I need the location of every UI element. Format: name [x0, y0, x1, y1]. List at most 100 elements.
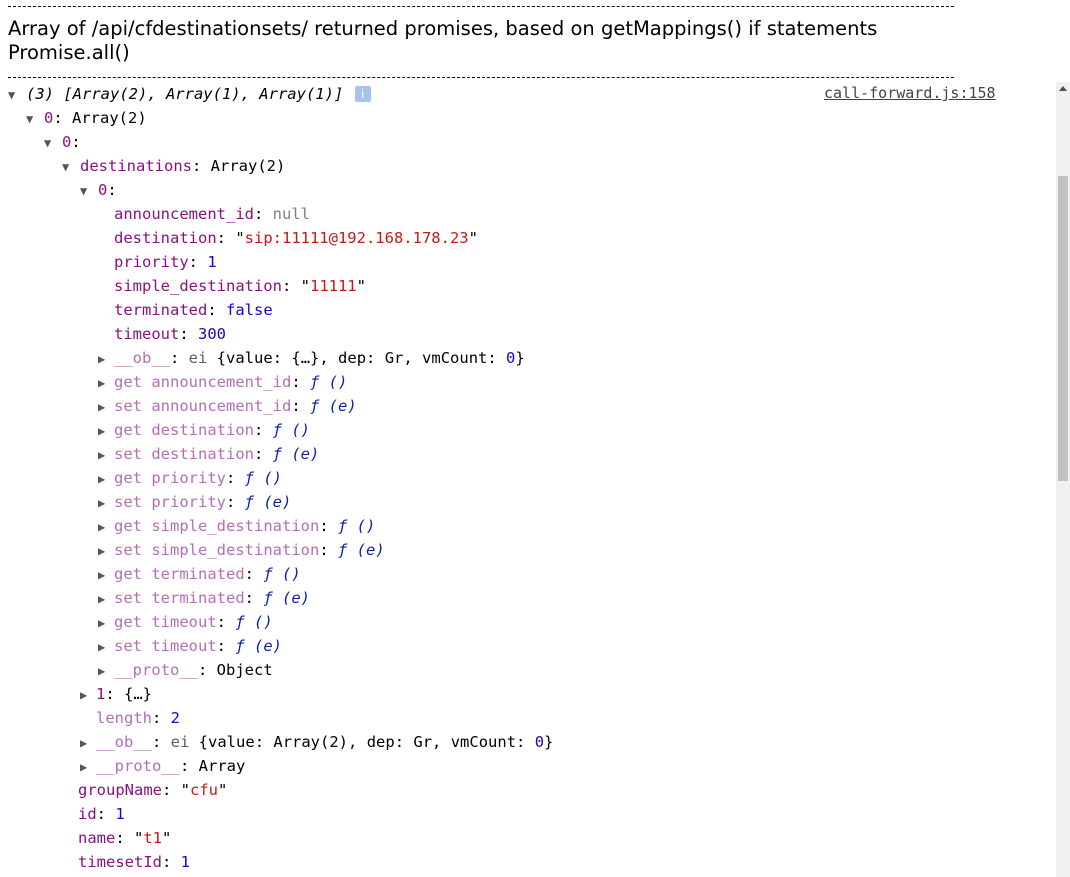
- property-row: timeout: 300: [114, 325, 226, 343]
- accessor-function: ƒ (): [263, 565, 301, 583]
- collapsed-triangle-icon[interactable]: ▶: [98, 395, 114, 419]
- log-message-line-1: Array of /api/cfdestinationsets/ returne…: [8, 17, 878, 40]
- array-summary-row[interactable]: ▼ (3) [Array(2), Array(1), Array(1)] i: [8, 82, 371, 106]
- preview-key: vmCount: [450, 733, 517, 751]
- tree-node-proto[interactable]: ▶ __proto__: Object: [98, 658, 273, 682]
- property-value: sip:11111@192.168.178.23: [244, 229, 469, 247]
- console-output: call-forward.js:158 ▼ (3) [Array(2), Arra…: [0, 82, 1056, 877]
- source-link[interactable]: call-forward.js:158: [824, 82, 996, 104]
- tree-node-destination-1[interactable]: ▶ 1: {…}: [80, 682, 152, 706]
- accessor-kind: get: [114, 565, 142, 583]
- accessor-row[interactable]: ▶ set announcement_id: ƒ (e): [98, 394, 357, 418]
- tree-node-item-0[interactable]: ▼ 0:: [44, 130, 81, 154]
- accessor-function: ƒ (e): [338, 541, 385, 559]
- accessor-row[interactable]: ▶ set priority: ƒ (e): [98, 490, 291, 514]
- collapsed-triangle-icon[interactable]: ▶: [98, 419, 114, 443]
- accessor-kind: get: [114, 421, 142, 439]
- separator-bottom: [8, 77, 954, 78]
- accessor-name: priority: [151, 493, 226, 511]
- accessor-function: ƒ (): [244, 469, 282, 487]
- collapsed-triangle-icon[interactable]: ▶: [98, 515, 114, 539]
- accessor-function: ƒ (e): [235, 637, 283, 655]
- collapsed-triangle-icon[interactable]: ▶: [98, 371, 114, 395]
- property-value: Object: [216, 661, 273, 679]
- property-key: name: [78, 829, 116, 847]
- log-message-line-2: Promise.all(): [8, 41, 130, 64]
- collapsed-triangle-icon[interactable]: ▶: [98, 347, 114, 371]
- preview-key: dep: [366, 733, 395, 751]
- collapsed-triangle-icon[interactable]: ▶: [98, 539, 114, 563]
- property-value: cfu: [190, 781, 218, 799]
- collapsed-triangle-icon[interactable]: ▶: [98, 635, 114, 659]
- node-value: Array(2): [72, 109, 147, 127]
- accessor-row[interactable]: ▶ set simple_destination: ƒ (e): [98, 538, 385, 562]
- accessor-row[interactable]: ▶ get timeout: ƒ (): [98, 610, 273, 634]
- accessor-function: ƒ (): [338, 517, 376, 535]
- accessor-name: announcement_id: [151, 397, 292, 415]
- tree-node-root-0[interactable]: ▼ 0: Array(2): [26, 106, 147, 130]
- preview-value: 0: [506, 349, 516, 367]
- expanded-triangle-icon[interactable]: ▼: [62, 155, 80, 179]
- expanded-triangle-icon[interactable]: ▼: [8, 83, 26, 107]
- property-value: 2: [170, 709, 181, 727]
- collapsed-triangle-icon[interactable]: ▶: [98, 491, 114, 515]
- property-value: 1: [180, 853, 191, 871]
- property-key: terminated: [114, 301, 208, 319]
- accessor-row[interactable]: ▶ set destination: ƒ (e): [98, 442, 319, 466]
- property-row: id: 1: [78, 805, 125, 823]
- accessor-name: timeout: [151, 613, 217, 631]
- property-key: announcement_id: [114, 205, 254, 223]
- vertical-scrollbar[interactable]: [1056, 82, 1070, 877]
- property-row: timesetId: 1: [78, 853, 191, 871]
- accessor-row[interactable]: ▶ get announcement_id: ƒ (): [98, 370, 347, 394]
- accessor-name: priority: [151, 469, 226, 487]
- property-value: null: [272, 205, 310, 223]
- accessor-function: ƒ (): [310, 373, 348, 391]
- property-key: timesetId: [78, 853, 162, 871]
- collapsed-triangle-icon[interactable]: ▶: [98, 659, 114, 683]
- collapsed-triangle-icon[interactable]: ▶: [98, 467, 114, 491]
- collapsed-triangle-icon[interactable]: ▶: [80, 731, 96, 755]
- tree-node-destination-0[interactable]: ▼ 0:: [80, 178, 117, 202]
- accessor-name: destination: [151, 445, 254, 463]
- accessor-name: terminated: [151, 589, 245, 607]
- collapsed-triangle-icon[interactable]: ▶: [98, 611, 114, 635]
- accessor-row[interactable]: ▶ get simple_destination: ƒ (): [98, 514, 375, 538]
- accessor-row[interactable]: ▶ get priority: ƒ (): [98, 466, 282, 490]
- scrollbar-thumb[interactable]: [1058, 176, 1068, 481]
- accessor-name: destination: [151, 421, 254, 439]
- info-icon[interactable]: i: [354, 85, 371, 102]
- collapsed-triangle-icon[interactable]: ▶: [80, 683, 96, 707]
- accessor-function: ƒ (e): [310, 397, 357, 415]
- property-row: terminated: false: [114, 301, 273, 319]
- accessor-name: timeout: [151, 637, 217, 655]
- preview-value: Gr: [413, 733, 433, 751]
- property-key: priority: [114, 253, 189, 271]
- tree-node-ob[interactable]: ▶ __ob__: ei {value: Array(2), dep: Gr, v…: [80, 730, 553, 754]
- scroll-up-arrow-icon[interactable]: [1059, 86, 1067, 91]
- accessor-row[interactable]: ▶ set timeout: ƒ (e): [98, 634, 282, 658]
- accessor-row[interactable]: ▶ set terminated: ƒ (e): [98, 586, 310, 610]
- object-type: ei: [170, 733, 190, 751]
- accessor-row[interactable]: ▶ get terminated: ƒ (): [98, 562, 301, 586]
- accessor-kind: set: [114, 493, 142, 511]
- expanded-triangle-icon[interactable]: ▼: [44, 131, 62, 155]
- collapsed-triangle-icon[interactable]: ▶: [80, 755, 96, 779]
- property-row: groupName: "cfu": [78, 781, 228, 799]
- tree-node-destinations[interactable]: ▼ destinations: Array(2): [62, 154, 285, 178]
- tree-node-ob[interactable]: ▶ __ob__: ei {value: {…}, dep: Gr, vmCoun…: [98, 346, 525, 370]
- separator-top: [8, 6, 954, 7]
- object-type: ei: [188, 349, 208, 367]
- collapsed-triangle-icon[interactable]: ▶: [98, 587, 114, 611]
- collapsed-triangle-icon[interactable]: ▶: [98, 443, 114, 467]
- accessor-kind: set: [114, 541, 142, 559]
- accessor-row[interactable]: ▶ get destination: ƒ (): [98, 418, 310, 442]
- accessor-name: simple_destination: [151, 517, 320, 535]
- tree-node-proto[interactable]: ▶ __proto__: Array: [80, 754, 245, 778]
- collapsed-triangle-icon[interactable]: ▶: [98, 563, 114, 587]
- expanded-triangle-icon[interactable]: ▼: [80, 179, 98, 203]
- preview-key: dep: [338, 349, 367, 367]
- accessor-kind: get: [114, 469, 142, 487]
- expanded-triangle-icon[interactable]: ▼: [26, 107, 44, 131]
- accessor-function: ƒ (): [272, 421, 310, 439]
